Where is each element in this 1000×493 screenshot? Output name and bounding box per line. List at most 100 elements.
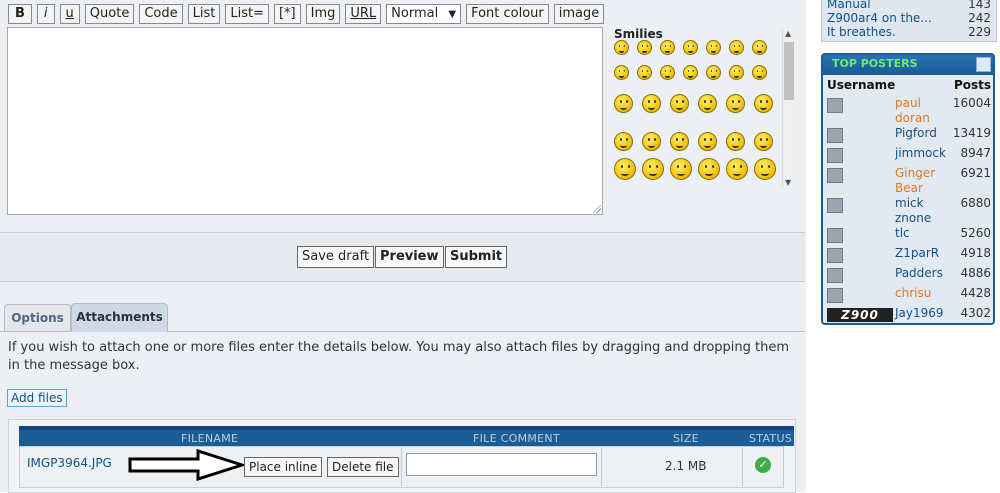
submit-button[interactable]: Submit [445,246,508,268]
resize-handle-icon[interactable] [593,205,601,213]
quote-button[interactable]: Quote [84,4,135,24]
smiley-icon[interactable] [706,40,721,55]
list-button[interactable]: List [187,4,221,24]
file-comment-input[interactable] [406,453,597,476]
file-size: 2.1 MB [665,459,707,473]
scrollbar-thumb[interactable] [784,42,794,100]
avatar [827,198,843,213]
chevron-down-icon: ▼ [448,9,457,20]
check-icon: ✓ [755,457,771,473]
delete-file-button[interactable]: Delete file [327,457,399,477]
font-colour-button[interactable]: Font colour [466,4,549,24]
smiley-icon[interactable] [660,40,675,55]
smiley-icon[interactable] [698,158,720,180]
underline-button[interactable]: u [59,4,80,24]
smiley-icon[interactable] [726,158,748,180]
smiley-icon[interactable] [670,158,692,180]
smiley-icon[interactable] [614,132,633,151]
topic-count: 242 [968,11,991,25]
smiley-icon[interactable] [614,158,636,180]
message-textarea[interactable] [7,27,603,215]
poster-name-link[interactable]: Ginger Bear [895,166,945,196]
column-username: Username [827,78,896,92]
poster-name-link[interactable]: chrisu [895,286,945,301]
z900-logo: Z900 [827,308,893,322]
formatting-toolbar: B i u Quote Code List List= [*] Img URL … [8,4,605,24]
poster-name-link[interactable]: mick znone [895,196,945,226]
smiley-icon[interactable] [698,94,717,113]
ordered-list-button[interactable]: List= [225,4,269,24]
smiley-icon[interactable] [660,65,675,80]
smiley-icon[interactable] [614,40,629,55]
topic-link[interactable]: Z900ar4 on the... [827,11,932,25]
smiley-icon[interactable] [698,132,717,151]
smiley-icon[interactable] [754,132,773,151]
smiley-icon[interactable] [642,94,661,113]
bold-button[interactable]: B [8,4,32,24]
list-item-button[interactable]: [*] [273,4,301,24]
poster-post-count: 16004 [952,96,991,110]
add-files-button[interactable]: Add files [7,389,67,407]
avatar [827,228,843,243]
poster-post-count: 4886 [960,266,991,280]
top-posters-title: TOP POSTERS [832,57,918,70]
smiley-icon[interactable] [642,158,664,180]
smiley-icon[interactable] [670,94,689,113]
poster-post-count: 4428 [960,286,991,300]
header-size: SIZE [673,432,699,445]
attachment-filename-link[interactable]: IMGP3964.JPG [27,456,112,470]
smiley-icon[interactable] [752,40,767,55]
avatar [827,128,843,143]
avatar [827,248,843,263]
smiley-icon[interactable] [754,94,773,113]
smilies-panel [612,40,794,190]
tab-attachments[interactable]: Attachments [71,303,168,332]
smiley-icon[interactable] [729,40,744,55]
font-size-select[interactable]: Normal ▼ [386,4,462,24]
smiley-icon[interactable] [752,65,767,80]
smiley-icon[interactable] [642,132,661,151]
smiley-icon[interactable] [754,158,776,180]
column-posts: Posts [953,78,991,92]
smiley-icon[interactable] [637,65,652,80]
url-button[interactable]: URL [345,4,382,24]
poster-name-link[interactable]: Pigford [895,126,945,141]
chart-icon[interactable] [976,57,991,72]
attachments-table-header: FILENAME FILE COMMENT SIZE STATUS [19,426,794,446]
img-button[interactable]: Img [305,4,341,24]
scroll-up-icon[interactable]: ▲ [785,29,791,38]
topic-link[interactable]: It breathes. [827,25,896,39]
poster-name-link[interactable]: paul doran [895,96,945,126]
header-filename: FILENAME [181,432,239,445]
smiley-icon[interactable] [729,65,744,80]
column-divider [742,448,743,486]
poster-name-link[interactable]: Z1parR [895,246,945,261]
smiley-icon[interactable] [614,94,633,113]
poster-post-count: 4918 [960,246,991,260]
scroll-down-icon[interactable]: ▼ [785,178,791,187]
smiley-icon[interactable] [683,40,698,55]
poster-name-link[interactable]: Padders [895,266,945,281]
poster-post-count: 6921 [960,166,991,180]
poster-name-link[interactable]: Jay1969 [895,306,945,321]
italic-button[interactable]: i [36,4,55,24]
tab-options[interactable]: Options [4,304,71,331]
smiley-icon[interactable] [683,65,698,80]
smiley-icon[interactable] [726,132,745,151]
poster-name-link[interactable]: jimmock [895,146,946,161]
poster-post-count: 4302 [960,306,991,320]
smiley-icon[interactable] [637,40,652,55]
smiley-icon[interactable] [706,65,721,80]
code-button[interactable]: Code [139,4,183,24]
preview-button[interactable]: Preview [375,246,444,268]
save-draft-button[interactable]: Save draft [297,246,375,268]
smilies-scrollbar[interactable]: ▲ ▼ [782,28,795,188]
place-inline-button[interactable]: Place inline [244,457,323,477]
smiley-icon[interactable] [670,132,689,151]
image-button[interactable]: image [553,4,605,24]
smiley-icon[interactable] [726,94,745,113]
topic-link[interactable]: Manual [827,0,871,11]
topic-count: 143 [968,0,991,11]
smiley-icon[interactable] [614,65,629,80]
poster-name-link[interactable]: tlc [895,226,945,241]
